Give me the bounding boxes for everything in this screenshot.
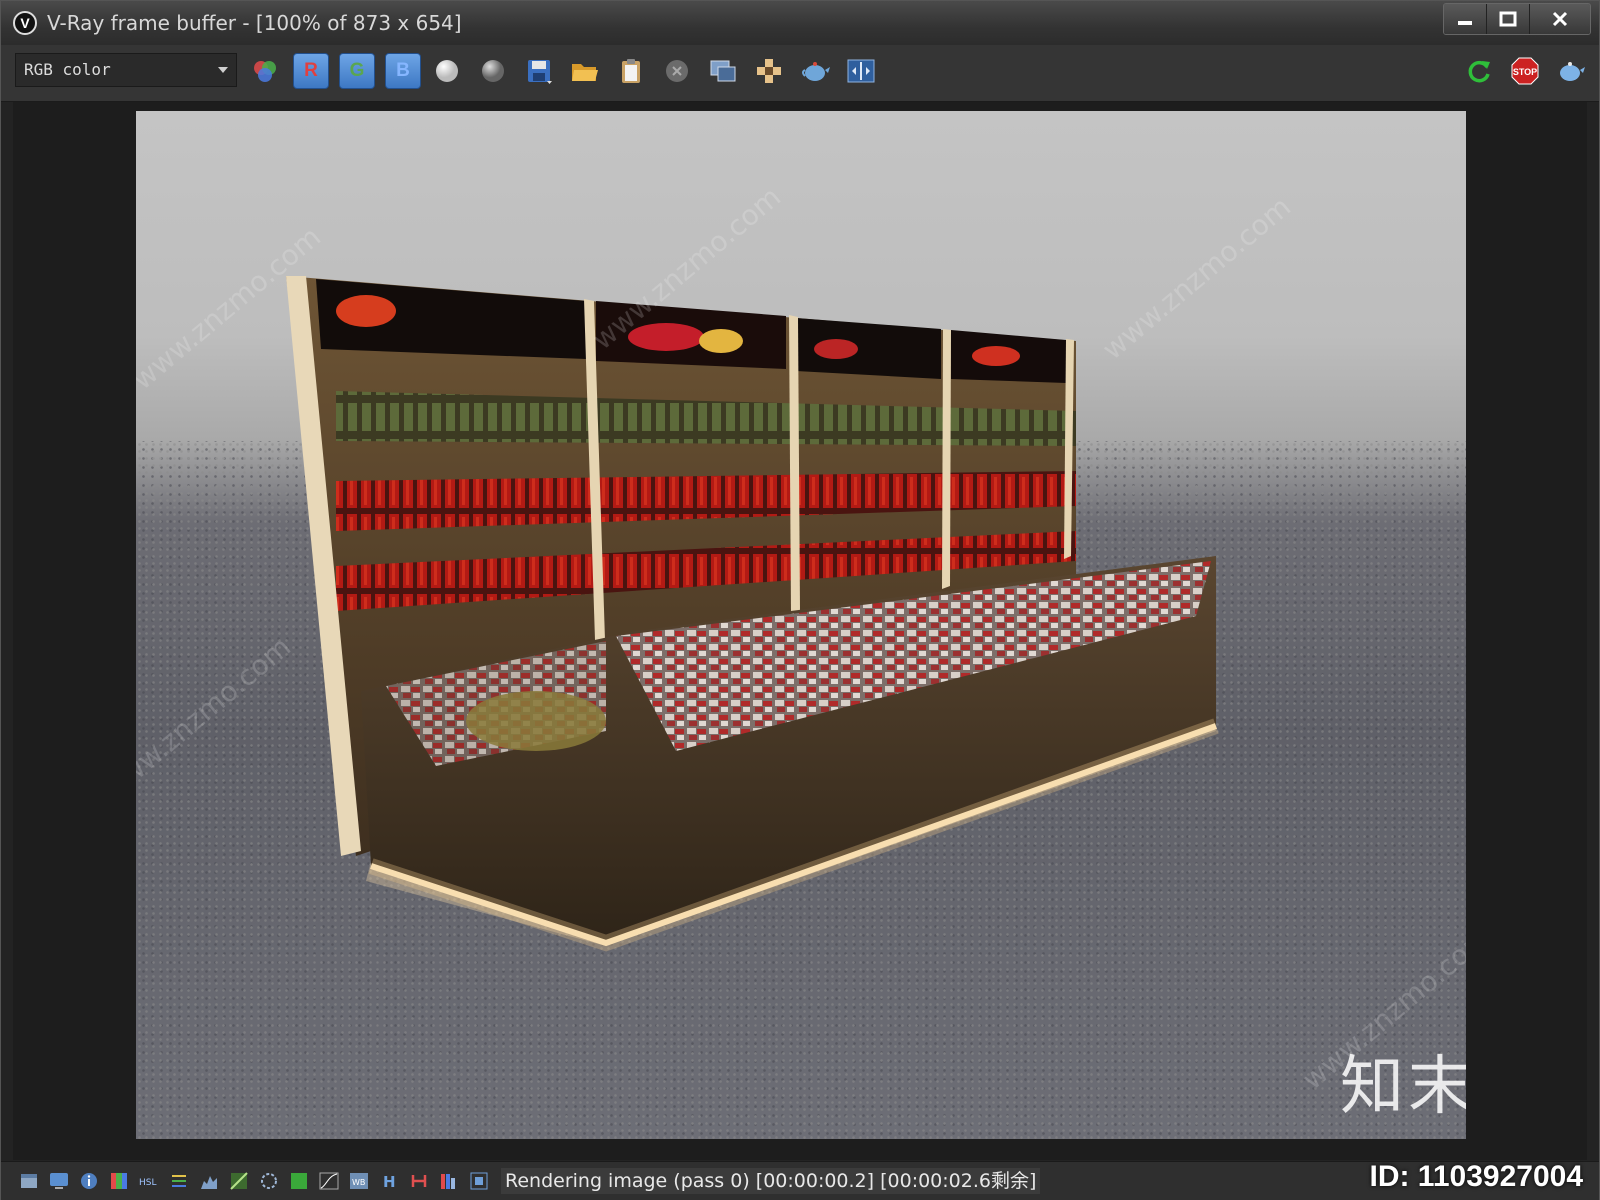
close-button[interactable] bbox=[1529, 4, 1590, 34]
minimize-button[interactable] bbox=[1444, 4, 1486, 34]
blue-channel-button[interactable]: B bbox=[385, 53, 421, 89]
lut-icon[interactable] bbox=[229, 1171, 249, 1191]
curve-icon[interactable] bbox=[319, 1171, 339, 1191]
histogram-icon[interactable] bbox=[199, 1171, 219, 1191]
teapot-icon[interactable] bbox=[797, 53, 833, 89]
close-icon bbox=[1552, 11, 1568, 27]
save-icon[interactable] bbox=[521, 53, 557, 89]
window-icon[interactable] bbox=[19, 1171, 39, 1191]
balance-icon[interactable] bbox=[169, 1171, 189, 1191]
clear-icon[interactable] bbox=[659, 53, 695, 89]
levels-icon[interactable] bbox=[109, 1171, 129, 1191]
maximize-icon bbox=[1499, 11, 1517, 27]
window-title: V-Ray frame buffer - [100% of 873 x 654] bbox=[47, 11, 462, 35]
status-bar: HSL WB H Rendering image (pass 0) [00:00… bbox=[1, 1160, 1599, 1200]
minimize-icon bbox=[1458, 21, 1472, 25]
window-controls bbox=[1443, 3, 1591, 35]
chevron-down-icon bbox=[218, 67, 228, 73]
gray-sphere-icon[interactable] bbox=[475, 53, 511, 89]
channel-select-value: RGB color bbox=[24, 60, 111, 79]
stop-button[interactable]: STOP bbox=[1507, 53, 1543, 89]
bars-icon[interactable] bbox=[439, 1171, 459, 1191]
ocio-icon[interactable] bbox=[259, 1171, 279, 1191]
color-channels-icon[interactable] bbox=[247, 53, 283, 89]
compare-icon[interactable] bbox=[843, 53, 879, 89]
copy-window-icon[interactable] bbox=[705, 53, 741, 89]
refresh-icon[interactable] bbox=[1461, 53, 1497, 89]
green-channel-button[interactable]: G bbox=[339, 53, 375, 89]
watermark-logo: 知末 bbox=[1340, 1050, 1466, 1124]
pixel-icon[interactable] bbox=[469, 1171, 489, 1191]
maximize-button[interactable] bbox=[1486, 4, 1529, 34]
vfb-window: V V-Ray frame buffer - [100% of 873 x 65… bbox=[0, 0, 1600, 1200]
svg-text:WB: WB bbox=[352, 1178, 365, 1187]
title-bar: V V-Ray frame buffer - [100% of 873 x 65… bbox=[1, 1, 1599, 45]
clipboard-icon[interactable] bbox=[613, 53, 649, 89]
region-icon[interactable] bbox=[751, 53, 787, 89]
channel-select[interactable]: RGB color bbox=[15, 53, 237, 87]
toolbar: RGB color R G B STOP bbox=[1, 45, 1599, 102]
info-icon[interactable] bbox=[79, 1171, 99, 1191]
rendered-scene bbox=[286, 276, 1219, 952]
svg-text:H: H bbox=[383, 1173, 396, 1190]
blue-channel-label: B bbox=[396, 60, 410, 81]
red-channel-label: R bbox=[304, 60, 318, 81]
render-viewport[interactable]: www.znzmo.com www.znzmo.com www.znzmo.co… bbox=[13, 102, 1587, 1160]
rendered-image: www.znzmo.com www.znzmo.com www.znzmo.co… bbox=[136, 111, 1466, 1139]
green-channel-label: G bbox=[349, 60, 365, 81]
monitor-icon[interactable] bbox=[49, 1171, 69, 1191]
vray-logo-icon: V bbox=[13, 11, 37, 35]
stop-label: STOP bbox=[1513, 67, 1537, 77]
render-teapot-icon[interactable] bbox=[1553, 53, 1589, 89]
id-watermark: ID: 1103927004 bbox=[1369, 1160, 1583, 1193]
h-icon[interactable]: H bbox=[379, 1171, 399, 1191]
render-status-text: Rendering image (pass 0) [00:00:00.2] [0… bbox=[501, 1168, 1041, 1194]
exposure-icon[interactable]: WB bbox=[349, 1171, 369, 1191]
hsl-icon[interactable]: HSL bbox=[139, 1171, 159, 1191]
stop-icon: STOP bbox=[1511, 57, 1539, 85]
open-folder-icon[interactable] bbox=[567, 53, 603, 89]
white-sphere-icon[interactable] bbox=[429, 53, 465, 89]
svg-text:HSL: HSL bbox=[139, 1178, 157, 1188]
color-swatch-icon[interactable] bbox=[289, 1171, 309, 1191]
red-channel-button[interactable]: R bbox=[293, 53, 329, 89]
h-split-icon[interactable] bbox=[409, 1171, 429, 1191]
